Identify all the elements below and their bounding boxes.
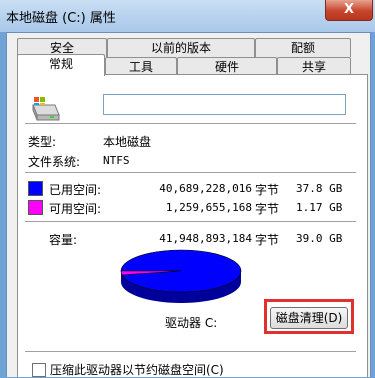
free-space-size: 1.17 GB (296, 201, 343, 214)
compress-checkbox[interactable] (32, 363, 46, 377)
cleanup-highlight-box (264, 299, 354, 334)
volume-name-input[interactable] (103, 94, 346, 115)
free-space-swatch (28, 200, 43, 215)
capacity-size: 39.0 GB (296, 232, 343, 245)
separator (25, 172, 356, 173)
free-space-bytes: 1,259,655,168 (165, 201, 252, 214)
capacity-bytes: 41,948,893,184 (159, 232, 252, 245)
used-space-size: 37.8 GB (296, 182, 343, 195)
capacity-unit: 字节 (255, 233, 280, 247)
used-space-label: 已用空间: (49, 183, 102, 197)
drive-letter-label: 驱动器 C: (165, 316, 218, 330)
tab-general[interactable]: 常规 (17, 54, 105, 76)
separator (25, 123, 356, 124)
drive-icon (32, 97, 60, 121)
filesystem-label: 文件系统: (28, 155, 81, 169)
close-button[interactable]: X (325, 0, 373, 21)
filesystem-value: NTFS (103, 154, 130, 167)
type-label: 类型: (28, 135, 57, 149)
tab-quota[interactable]: 配额 (255, 38, 351, 57)
free-space-unit: 字节 (255, 202, 280, 216)
free-space-label: 可用空间: (49, 202, 102, 216)
used-space-bytes: 40,689,228,016 (159, 182, 252, 195)
used-space-swatch (28, 181, 43, 196)
used-space-unit: 字节 (255, 183, 280, 197)
separator (25, 351, 356, 352)
disk-usage-pie (120, 249, 242, 303)
capacity-label: 容量: (49, 233, 78, 247)
separator (25, 221, 356, 222)
window-title: 本地磁盘 (C:) 属性 (6, 11, 116, 26)
compress-checkbox-label[interactable]: 压缩此驱动器以节约磁盘空间(C) (50, 361, 224, 378)
title-bar: 本地磁盘 (C:) 属性 X (0, 0, 375, 32)
type-value: 本地磁盘 (103, 135, 152, 149)
tab-previous-versions[interactable]: 以前的版本 (107, 38, 255, 57)
